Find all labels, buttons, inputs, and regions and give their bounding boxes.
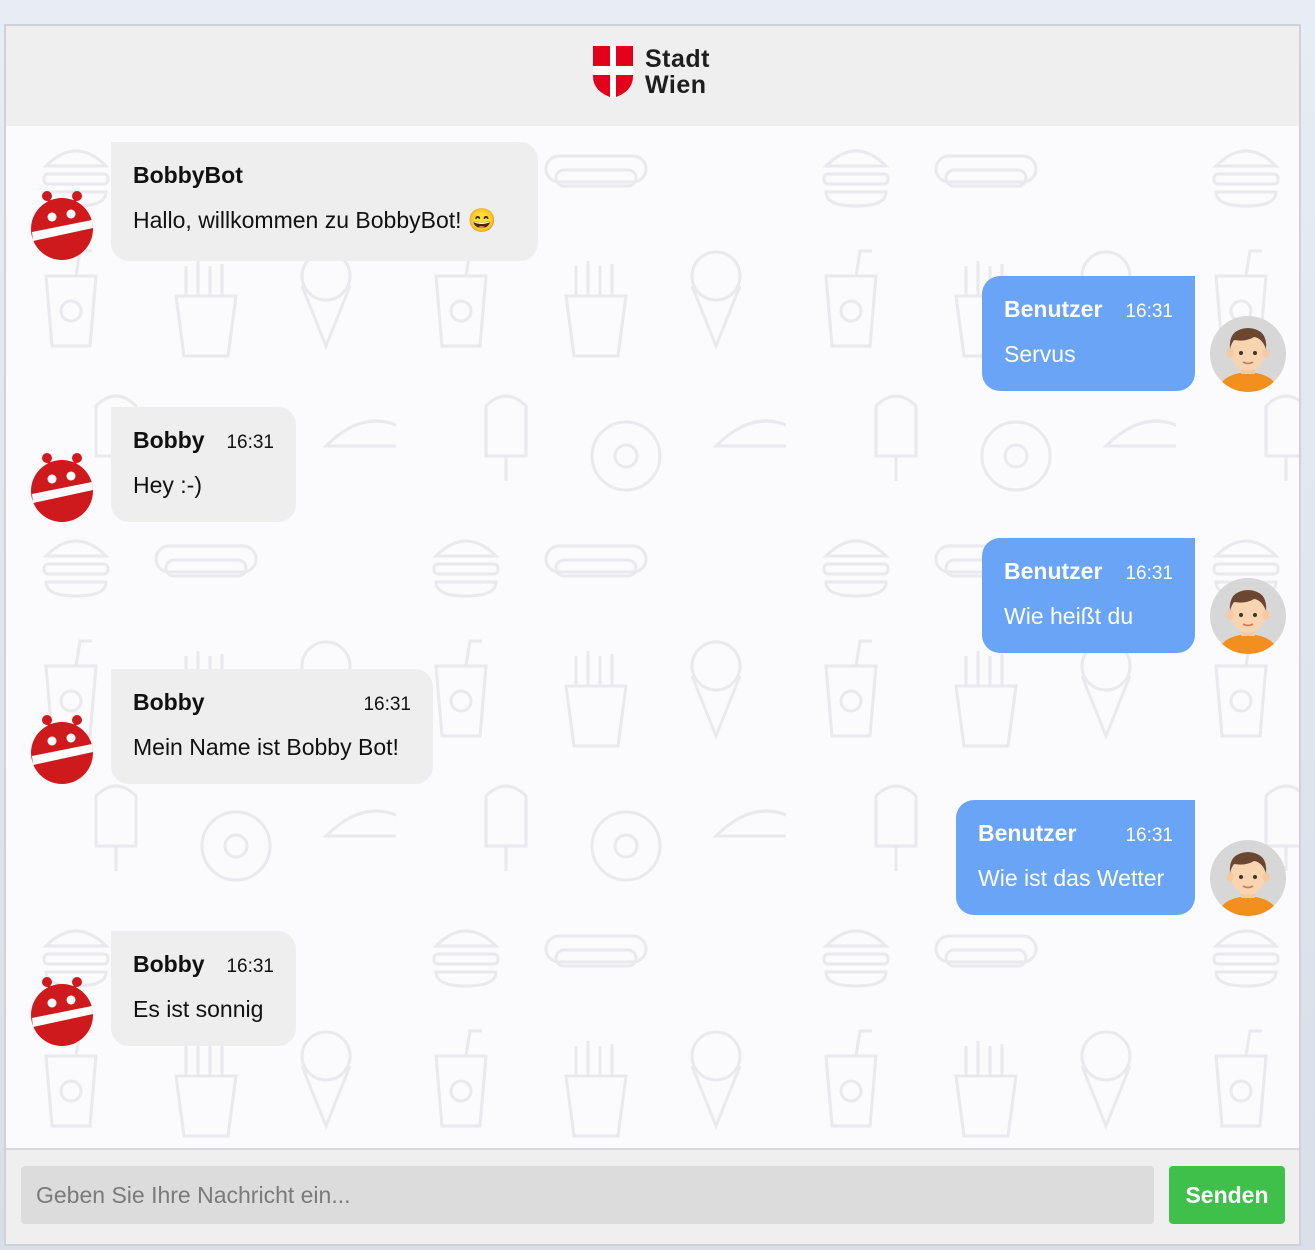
message-bubble: Bobby 16:31 Es ist sonnig <box>111 931 296 1046</box>
logo-line-2: Wien <box>645 71 707 99</box>
message-time: 16:31 <box>1125 825 1173 846</box>
send-button[interactable]: Senden <box>1169 1166 1285 1224</box>
message-bubble: Bobby 16:31 Hey :-) <box>111 407 296 522</box>
message-time: 16:31 <box>1125 563 1173 584</box>
message-time: 16:31 <box>1125 301 1173 322</box>
user-avatar-icon <box>1210 578 1286 654</box>
robot-icon <box>24 708 100 784</box>
message-text: Wie ist das Wetter <box>978 865 1165 891</box>
chat-window: Stadt Wien BobbyBot Hallo, willkommen zu… <box>4 24 1301 1246</box>
sender-name: BobbyBot <box>133 162 243 188</box>
robot-icon <box>24 184 100 260</box>
composer-bar: Senden <box>6 1148 1299 1244</box>
message-text: Hey :-) <box>133 472 202 498</box>
robot-icon <box>24 446 100 522</box>
robot-icon <box>24 970 100 1046</box>
sender-name: Bobby <box>133 427 205 453</box>
user-avatar-icon <box>1210 840 1286 916</box>
message-time: 16:31 <box>363 694 411 715</box>
message-text: Hallo, willkommen zu BobbyBot! 😄 <box>133 207 497 233</box>
message-list[interactable]: BobbyBot Hallo, willkommen zu BobbyBot! … <box>6 126 1299 1152</box>
sender-name: Benutzer <box>1004 296 1103 322</box>
sender-name: Benutzer <box>978 820 1077 846</box>
sender-name: Benutzer <box>1004 558 1103 584</box>
message-bubble: Bobby 16:31 Mein Name ist Bobby Bot! <box>111 669 433 784</box>
message-time: 16:31 <box>226 432 274 453</box>
stadt-wien-logo: Stadt Wien <box>593 46 710 98</box>
logo-line-1: Stadt <box>645 45 710 73</box>
sender-name: Bobby <box>133 689 205 715</box>
vienna-shield-icon <box>593 46 633 98</box>
message-bubble: Benutzer 16:31 Wie heißt du <box>982 538 1195 653</box>
message-text: Es ist sonnig <box>133 996 264 1022</box>
message-input[interactable] <box>21 1166 1154 1224</box>
user-avatar-icon <box>1210 316 1286 392</box>
message-text: Wie heißt du <box>1004 603 1134 629</box>
message-text: Servus <box>1004 341 1076 367</box>
sender-name: Bobby <box>133 951 205 977</box>
message-bubble: Benutzer 16:31 Servus <box>982 276 1195 391</box>
message-text: Mein Name ist Bobby Bot! <box>133 734 399 760</box>
message-time: 16:31 <box>226 956 274 977</box>
header-bar: Stadt Wien <box>6 26 1299 128</box>
message-bubble: BobbyBot Hallo, willkommen zu BobbyBot! … <box>111 142 538 261</box>
message-bubble: Benutzer 16:31 Wie ist das Wetter <box>956 800 1195 915</box>
